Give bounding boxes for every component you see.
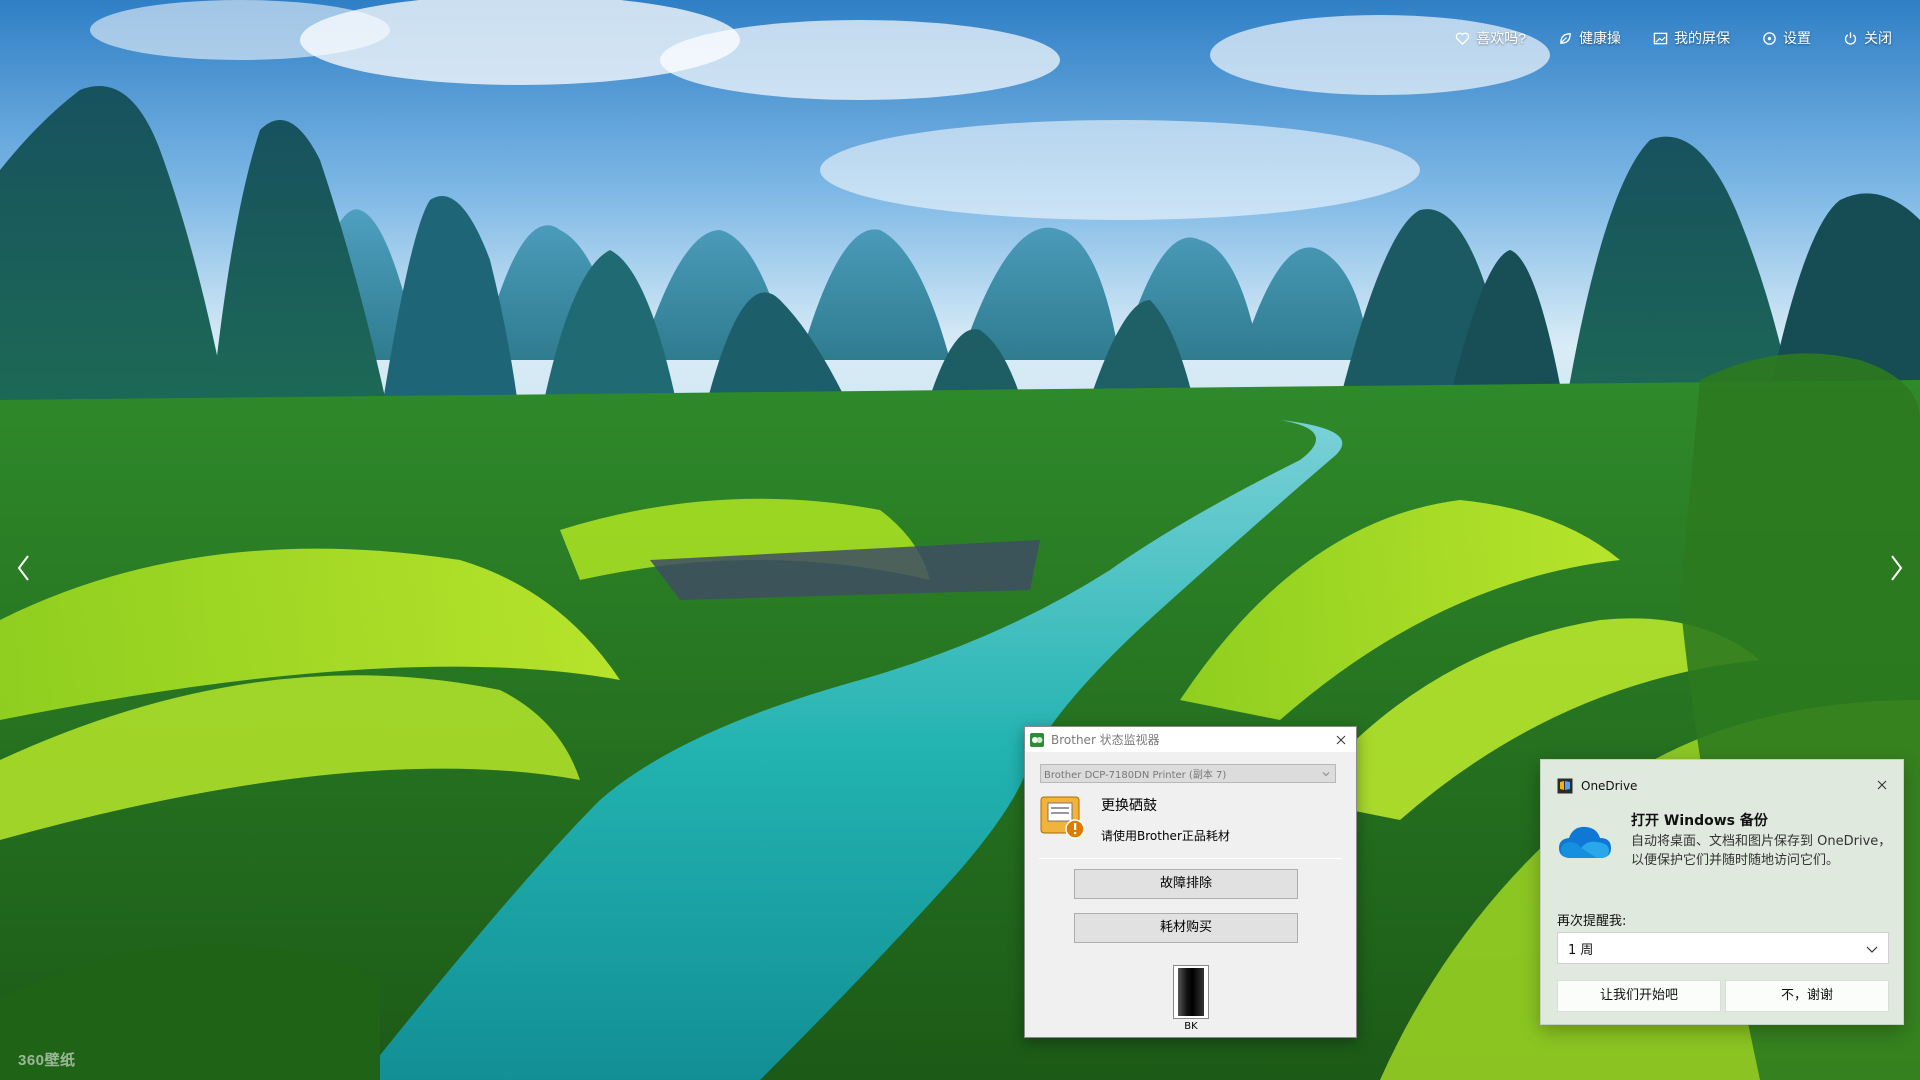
leaf-icon — [1560, 32, 1571, 44]
brother-app-icon — [1030, 732, 1044, 747]
close-label: 关闭 — [1864, 30, 1892, 46]
remind-interval-value: 1 周 — [1568, 942, 1594, 958]
printer-select-value: Brother DCP-7180DN Printer (副本 7) — [1044, 770, 1227, 781]
status-title: 更换硒鼓 — [1101, 798, 1157, 814]
gear-icon — [1763, 31, 1776, 45]
toast-body: 自动将桌面、文档和图片保存到 OneDrive，以便保护它们并随时随地访问它们。 — [1631, 834, 1892, 868]
printer-select[interactable]: Brother DCP-7180DN Printer (副本 7) — [1040, 764, 1336, 783]
close-icon — [1877, 780, 1887, 790]
get-started-button[interactable]: 让我们开始吧 — [1557, 980, 1721, 1012]
settings-button[interactable]: 设置 — [1762, 28, 1811, 48]
toner-level-indicator — [1173, 965, 1209, 1019]
brother-titlebar: Brother 状态监视器 — [1025, 727, 1356, 752]
brother-status-monitor-window: Brother 状态监视器 Brother DCP-7180DN Printer… — [1024, 726, 1357, 1038]
toast-title: 打开 Windows 备份 — [1631, 813, 1768, 829]
onedrive-app-icon — [1557, 778, 1573, 794]
my-screensaver-label: 我的屏保 — [1674, 30, 1730, 46]
divider — [1039, 858, 1342, 859]
remind-interval-select[interactable]: 1 周 — [1557, 932, 1889, 964]
close-screensaver-button[interactable]: 关闭 — [1843, 28, 1892, 48]
buy-supplies-button[interactable]: 耗材购买 — [1074, 913, 1298, 943]
chevron-down-icon — [1866, 946, 1878, 953]
status-subtitle: 请使用Brother正品耗材 — [1101, 829, 1230, 843]
wallpaper-brand-logo: 360壁纸 — [18, 1052, 76, 1069]
onedrive-cloud-icon — [1559, 826, 1611, 858]
settings-label: 设置 — [1783, 30, 1811, 46]
power-icon — [1844, 31, 1857, 45]
brother-close-button[interactable] — [1326, 727, 1356, 752]
toner-label: BK — [1184, 1021, 1198, 1032]
no-thanks-button[interactable]: 不，谢谢 — [1725, 980, 1889, 1012]
exercise-button[interactable]: 健康操 — [1558, 28, 1621, 48]
image-icon — [1653, 32, 1668, 44]
troubleshoot-button[interactable]: 故障排除 — [1074, 869, 1298, 899]
next-arrow-icon[interactable] — [1886, 552, 1906, 584]
exercise-label: 健康操 — [1579, 30, 1621, 46]
like-label: 喜欢吗? — [1476, 30, 1526, 46]
previous-arrow-icon[interactable] — [14, 552, 34, 584]
screensaver-toolbar: 喜欢吗? 健康操 我的屏保 设置 关闭 — [1455, 28, 1892, 48]
close-icon — [1336, 735, 1346, 744]
toner-level-bar — [1178, 968, 1204, 1016]
printer-warning-icon — [1040, 796, 1085, 839]
heart-icon — [1455, 32, 1470, 45]
chevron-down-icon — [1322, 772, 1330, 777]
printer-status: 更换硒鼓 请使用Brother正品耗材 — [1039, 793, 1356, 844]
my-screensaver-button[interactable]: 我的屏保 — [1653, 28, 1730, 48]
like-button[interactable]: 喜欢吗? — [1455, 28, 1526, 48]
toast-close-button[interactable] — [1873, 776, 1891, 794]
remind-label: 再次提醒我: — [1557, 914, 1627, 929]
onedrive-notification: OneDrive 打开 Windows 备份 自动将桌面、文档和图片保存到 On… — [1540, 759, 1904, 1025]
brother-window-title: Brother 状态监视器 — [1051, 733, 1160, 747]
toast-app-name: OneDrive — [1581, 779, 1638, 793]
